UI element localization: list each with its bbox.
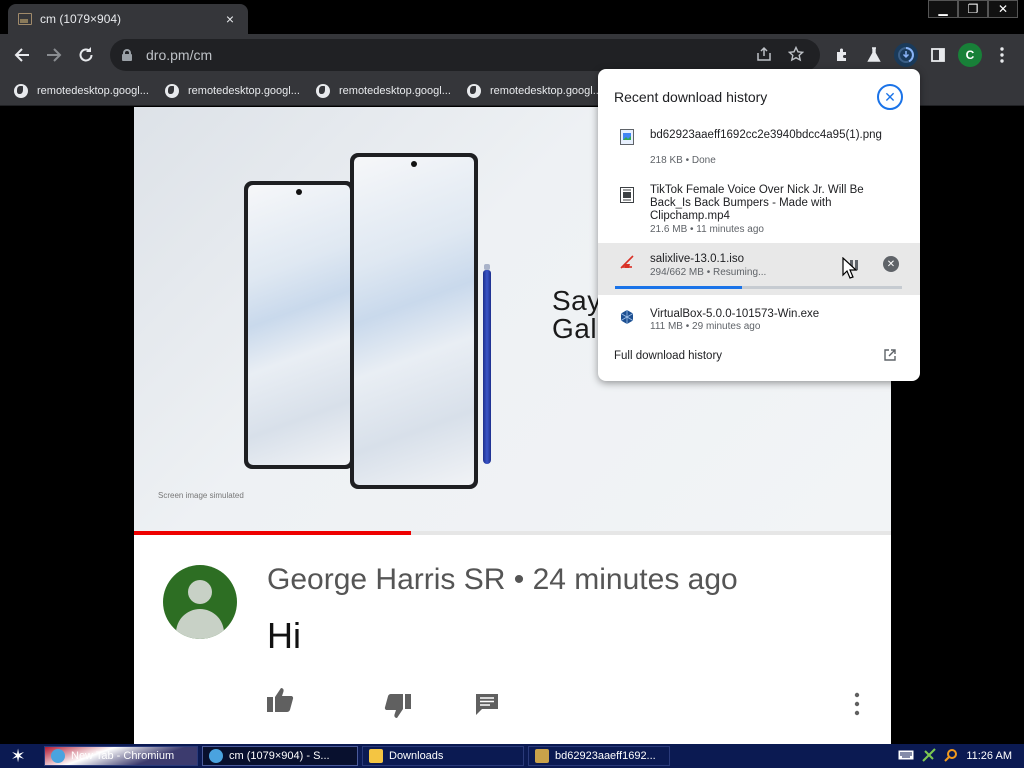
bookmark-item[interactable]: remotedesktop.googl... [14,83,165,98]
fine-print: Screen image simulated [158,491,244,500]
download-status: 294/662 MB • Resuming... [650,267,767,278]
side-panel-icon[interactable] [926,43,950,67]
bookmark-label: remotedesktop.googl... [37,84,149,97]
reply-comment-icon[interactable] [472,689,502,719]
download-item[interactable]: VirtualBox-5.0.0-101573-Win.exe 111 MB •… [598,299,920,339]
restore-button[interactable]: ❐ [958,0,988,18]
bookmark-label: remotedesktop.googl... [490,84,602,97]
promo-text: Say Gal [552,285,602,344]
address-bar[interactable]: dro.pm/cm [110,39,820,71]
download-bubble: Recent download history ✕ bd62923aaeff16… [598,69,920,381]
browser-tab[interactable]: cm (1079×904) × [8,4,248,34]
phone-image-back [244,181,354,469]
download-progress-bar [615,286,902,289]
close-window-button[interactable]: ✕ [988,0,1018,18]
globe-icon [467,83,481,98]
cancel-download-button[interactable]: ✕ [883,256,899,272]
taskbar-item-image-viewer[interactable]: bd62923aaeff1692... [528,746,670,766]
share-icon[interactable] [752,46,776,65]
download-progress-icon [898,47,914,63]
mouse-cursor-icon [842,257,858,279]
globe-icon [316,83,330,98]
more-options-icon[interactable] [842,689,872,719]
globe-icon [14,83,28,98]
bookmark-label: remotedesktop.googl... [188,84,300,97]
disc-error-icon [620,255,634,269]
phone-image-front [350,153,478,489]
folder-icon [369,749,383,763]
bookmark-item[interactable]: remotedesktop.googl... [165,83,316,98]
download-status: 111 MB • 29 minutes ago [650,321,761,332]
window-controls: ▁ ❐ ✕ [928,0,1018,18]
download-bubble-title: Recent download history [614,89,768,105]
download-item-in-progress[interactable]: salixlive-13.0.1.iso 294/662 MB • Resumi… [598,243,920,295]
download-status: 21.6 MB • 11 minutes ago [650,224,764,235]
image-file-icon [620,129,634,145]
image-favicon-icon [18,13,32,25]
download-filename: salixlive-13.0.1.iso [650,253,744,265]
thumbs-up-icon[interactable] [265,685,295,715]
avatar[interactable] [163,565,237,639]
desktop: cm (1079×904) × ▁ ❐ ✕ dro.pm/cm C remote… [0,0,1024,768]
download-filename: TikTok Female Voice Over Nick Jr. Will B… [650,184,864,222]
extensions-puzzle-icon[interactable] [830,43,854,67]
url-text[interactable]: dro.pm/cm [146,47,744,63]
forward-arrow-icon [47,48,62,62]
taskbar: ✶ New Tab - Chromium cm (1079×904) - S..… [0,744,1024,768]
labs-flask-icon[interactable] [862,43,886,67]
download-status: 218 KB • Done [650,155,716,166]
open-external-icon[interactable] [883,348,897,362]
menu-kebab-icon[interactable] [990,43,1014,67]
taskbar-item-chromium[interactable]: New Tab - Chromium [44,746,198,766]
taskbar-item-browser[interactable]: cm (1079×904) - S... [202,746,358,766]
clock[interactable]: 11:26 AM [966,750,1012,762]
minimize-button[interactable]: ▁ [928,0,958,18]
tab-close-icon[interactable]: × [222,11,238,27]
download-progress-fill [615,286,743,289]
download-filename: bd62923aaeff1692cc2e3940bdcc4a95(1).png [650,129,882,141]
back-button[interactable] [8,41,36,69]
video-file-icon [620,187,634,203]
system-tray: 11:26 AM [898,744,1024,768]
chromium-icon [51,749,65,763]
bookmark-label: remotedesktop.googl... [339,84,451,97]
comment-card: George Harris SR • 24 minutes ago Hi [134,535,891,744]
download-item[interactable]: bd62923aaeff1692cc2e3940bdcc4a95(1).png … [598,121,920,171]
chromium-icon [209,749,223,763]
profile-avatar[interactable]: C [958,43,982,67]
close-icon[interactable]: ✕ [877,84,903,110]
reload-button[interactable] [72,41,100,69]
bookmark-star-icon[interactable] [784,45,808,65]
virtualbox-icon [620,310,634,324]
globe-icon [165,83,179,98]
thumbs-down-icon[interactable] [383,691,413,721]
download-filename: VirtualBox-5.0.0-101573-Win.exe [650,308,820,320]
stylus-image [483,264,491,464]
tab-title: cm (1079×904) [40,12,122,26]
bookmark-item[interactable]: remotedesktop.googl... [467,83,618,98]
reload-icon [79,47,93,62]
downloads-button[interactable] [894,43,918,67]
taskbar-item-downloads[interactable]: Downloads [362,746,524,766]
lock-icon[interactable] [122,49,132,61]
star-icon: ✶ [10,745,26,766]
back-arrow-icon [14,48,29,62]
forward-button[interactable] [40,41,68,69]
image-viewer-icon [535,749,549,763]
start-button[interactable]: ✶ [0,744,36,768]
comment-author: George Harris SR • 24 minutes ago [267,563,738,596]
search-icon[interactable] [944,748,958,765]
download-item[interactable]: TikTok Female Voice Over Nick Jr. Will B… [598,175,920,239]
keyboard-icon[interactable] [898,750,914,763]
bookmark-item[interactable]: remotedesktop.googl... [316,83,467,98]
tab-strip: cm (1079×904) × ▁ ❐ ✕ [0,0,1024,34]
network-icon[interactable] [922,747,937,765]
full-download-history-link[interactable]: Full download history [614,350,722,362]
comment-text: Hi [267,615,301,656]
